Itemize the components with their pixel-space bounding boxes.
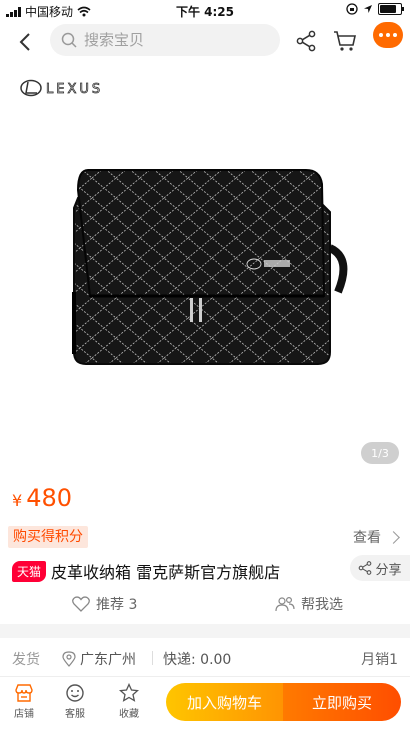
- product-image: [72, 169, 348, 365]
- battery-icon: [378, 3, 404, 15]
- add-to-cart-button[interactable]: 加入购物车: [166, 683, 283, 721]
- recommend-label: 推荐 3: [96, 597, 138, 613]
- location-icon: [364, 5, 372, 13]
- monthly-sales: 月销1: [361, 652, 398, 668]
- product-title-row: 天猫 皮革收纳箱 雷克萨斯官方旗舰店: [12, 559, 280, 583]
- customer-service-icon: [66, 684, 84, 702]
- view-points-link[interactable]: 查看: [353, 527, 400, 547]
- favorite-label: 收藏: [119, 709, 139, 720]
- nav-bar: [0, 22, 410, 64]
- location-text: 广东广州: [80, 652, 136, 668]
- shipping-fee: 快递: 0.00: [163, 652, 232, 668]
- search-box[interactable]: [50, 24, 280, 56]
- product-gallery[interactable]: LEXUS 1/3: [0, 64, 410, 474]
- product-title: 皮革收纳箱 雷克萨斯官方旗舰店: [51, 563, 281, 582]
- shipping-label: 发货: [12, 652, 40, 668]
- action-row: 推荐 3 帮我选: [0, 590, 410, 616]
- share-button[interactable]: 分享: [350, 555, 410, 581]
- share-icon[interactable]: [295, 30, 317, 52]
- store-label: 店铺: [14, 709, 34, 720]
- help-choose-label: 帮我选: [301, 597, 343, 613]
- location-pin-icon: [62, 651, 76, 667]
- lexus-logo: LEXUS: [20, 79, 103, 97]
- tmall-badge: 天猫: [12, 560, 47, 582]
- share-label: 分享: [375, 562, 402, 578]
- lock-rotation-icon: [346, 3, 358, 15]
- chevron-right-icon: [387, 530, 400, 544]
- customer-service-button[interactable]: 客服: [55, 683, 95, 720]
- back-icon[interactable]: [14, 30, 38, 54]
- buy-now-button[interactable]: 立即购买: [283, 683, 401, 721]
- points-row: 购买得积分 查看: [0, 524, 410, 550]
- people-icon: [275, 596, 295, 612]
- shipping-separator: [152, 651, 153, 665]
- share-icon: [359, 561, 372, 575]
- status-right: [346, 3, 404, 15]
- bottom-bar: 店铺 客服 收藏 加入购物车 立即购买: [0, 676, 410, 729]
- service-label: 客服: [65, 709, 85, 720]
- price: ¥ 480: [12, 484, 72, 512]
- shipping-row[interactable]: 发货 广东广州 快递: 0.00 月销1: [0, 644, 410, 672]
- store-icon: [15, 684, 33, 702]
- price-amount: 480: [26, 484, 72, 512]
- heart-icon: [72, 596, 90, 612]
- section-divider: [0, 624, 410, 638]
- image-page-indicator: 1/3: [361, 442, 399, 464]
- view-label: 查看: [353, 530, 381, 546]
- price-currency: ¥: [12, 491, 23, 510]
- favorite-button[interactable]: 收藏: [109, 683, 149, 720]
- points-tag: 购买得积分: [8, 526, 88, 548]
- status-bar: 中国移动 下午 4:25: [0, 0, 410, 22]
- cart-icon[interactable]: [333, 30, 357, 52]
- brand-text: LEXUS: [46, 82, 103, 97]
- recommend-button[interactable]: 推荐 3: [72, 594, 137, 614]
- shipping-location: 广东广州: [62, 649, 136, 669]
- help-choose-button[interactable]: 帮我选: [275, 594, 343, 614]
- search-input[interactable]: [82, 30, 266, 50]
- more-menu-button[interactable]: [373, 22, 403, 48]
- store-button[interactable]: 店铺: [4, 683, 44, 720]
- star-icon: [119, 683, 139, 702]
- search-icon: [61, 32, 77, 48]
